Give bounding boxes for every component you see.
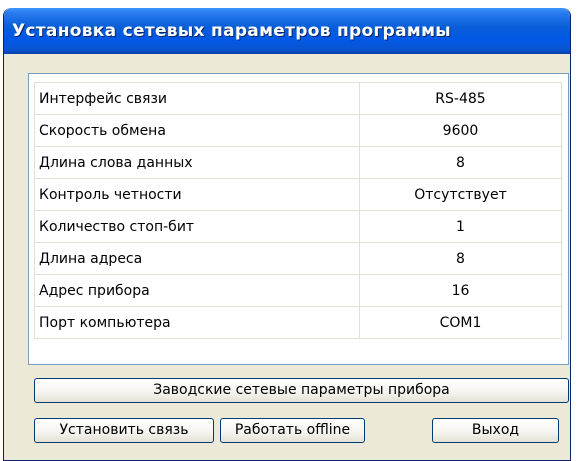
param-value[interactable]: 8 [359, 242, 562, 275]
param-value[interactable]: 16 [359, 274, 562, 307]
param-value[interactable]: 1 [359, 210, 562, 243]
param-name: Количество стоп-бит [34, 210, 360, 243]
parameters-table: Интерфейс связи RS-485 Скорость обмена 9… [34, 82, 562, 339]
work-offline-button[interactable]: Работать offline [220, 418, 365, 443]
param-row-parity[interactable]: Контроль четности Отсутствует [34, 178, 562, 211]
param-value[interactable]: RS-485 [359, 82, 562, 115]
param-row-stop-bits[interactable]: Количество стоп-бит 1 [34, 210, 562, 243]
network-settings-dialog: Установка сетевых параметров программы И… [3, 8, 571, 461]
param-name: Интерфейс связи [34, 82, 360, 115]
param-value[interactable]: 9600 [359, 114, 562, 147]
parameters-panel: Интерфейс связи RS-485 Скорость обмена 9… [28, 73, 569, 365]
connect-button[interactable]: Установить связь [34, 418, 214, 443]
param-row-com-port[interactable]: Порт компьютера COM1 [34, 306, 562, 339]
param-row-interface[interactable]: Интерфейс связи RS-485 [34, 82, 562, 115]
param-name: Скорость обмена [34, 114, 360, 147]
param-value[interactable]: COM1 [359, 306, 562, 339]
window-title: Установка сетевых параметров программы [12, 21, 451, 41]
param-name: Длина адреса [34, 242, 360, 275]
param-row-device-address[interactable]: Адрес прибора 16 [34, 274, 562, 307]
title-bar[interactable]: Установка сетевых параметров программы [4, 8, 570, 54]
exit-button[interactable]: Выход [432, 418, 559, 443]
param-name: Контроль четности [34, 178, 360, 211]
param-name: Длина слова данных [34, 146, 360, 179]
param-row-data-bits[interactable]: Длина слова данных 8 [34, 146, 562, 179]
desktop-background: Установка сетевых параметров программы И… [0, 0, 583, 461]
param-name: Адрес прибора [34, 274, 360, 307]
param-name: Порт компьютера [34, 306, 360, 339]
factory-defaults-button[interactable]: Заводские сетевые параметры прибора [34, 378, 569, 403]
param-row-address-length[interactable]: Длина адреса 8 [34, 242, 562, 275]
param-value[interactable]: Отсутствует [359, 178, 562, 211]
param-value[interactable]: 8 [359, 146, 562, 179]
param-row-baud-rate[interactable]: Скорость обмена 9600 [34, 114, 562, 147]
